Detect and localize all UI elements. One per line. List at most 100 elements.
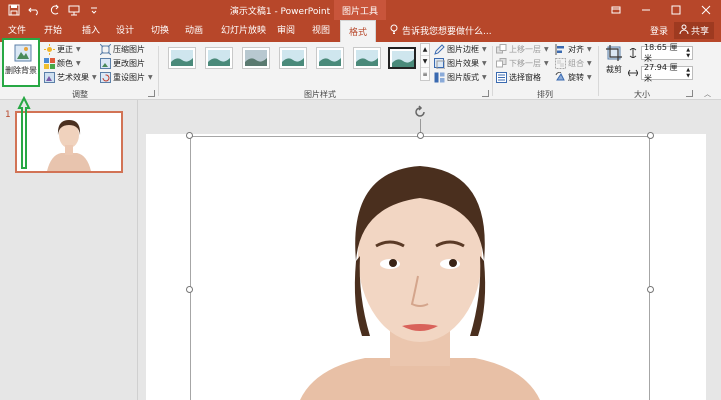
slide-thumbnail[interactable] (15, 111, 123, 173)
height-spinner-icon[interactable]: ▲ ▼ (684, 47, 692, 59)
tab-format[interactable]: 格式 (340, 20, 377, 42)
dropdown-caret-icon: ▼ (482, 60, 487, 67)
change-picture-button[interactable]: 更改图片 (100, 58, 145, 69)
gallery-up-icon[interactable]: ▲ (421, 44, 429, 56)
dropdown-caret-icon: ▼ (544, 46, 549, 53)
compress-icon (100, 44, 111, 55)
close-icon[interactable] (691, 0, 721, 20)
picture-styles-gallery (164, 47, 418, 77)
share-button[interactable]: 共享 (674, 22, 715, 39)
dropdown-caret-icon: ▼ (92, 74, 97, 81)
group-objects-button[interactable]: 组合 ▼ (555, 58, 592, 69)
picture-style-thumb[interactable] (316, 47, 344, 69)
window-title: 演示文稿1 - PowerPoint (229, 7, 331, 17)
height-input[interactable]: 18.65 厘米 ▲ ▼ (641, 43, 693, 63)
gallery-more-icon[interactable]: ≡ (421, 68, 429, 80)
picture-styles-launcher-icon[interactable] (482, 90, 489, 97)
tab-review[interactable]: 审阅 (277, 23, 295, 36)
tab-slideshow[interactable]: 幻灯片放映 (221, 23, 266, 36)
tell-me-box[interactable]: 告诉我您想要做什么... (389, 24, 492, 37)
resize-handle-top[interactable] (417, 132, 424, 139)
picture-layout-icon (434, 72, 445, 83)
tell-me-text: 告诉我您想要做什么... (402, 27, 492, 37)
resize-handle-left[interactable] (186, 286, 193, 293)
remove-background-label: 删除背景 (5, 66, 37, 75)
send-backward-icon (496, 58, 507, 69)
width-spinner-icon[interactable]: ▲ ▼ (684, 67, 692, 79)
maximize-icon[interactable] (661, 0, 691, 20)
picture-style-thumb[interactable] (242, 47, 270, 69)
rotate-handle-icon[interactable] (413, 105, 427, 119)
crop-label: 裁剪 (602, 64, 626, 75)
picture-styles-group-label: 图片样式 (304, 90, 336, 99)
dropdown-caret-icon: ▼ (482, 74, 487, 81)
slide-thumbnail-image (17, 113, 121, 171)
send-backward-button[interactable]: 下移一层 ▼ (496, 58, 549, 69)
picture-style-thumb[interactable] (279, 47, 307, 69)
height-value: 18.65 厘米 (644, 43, 678, 63)
picture-layout-button[interactable]: 图片版式 ▼ (434, 72, 487, 83)
send-backward-label: 下移一层 (509, 59, 541, 68)
align-button[interactable]: 对齐 ▼ (555, 44, 592, 55)
ribbon-tabs: 文件 开始 插入 设计 切换 动画 幻灯片放映 审阅 视图 格式 告诉我您想要做… (0, 20, 721, 42)
dropdown-caret-icon: ▼ (587, 74, 592, 81)
compress-pictures-button[interactable]: 压缩图片 (100, 44, 145, 55)
window-controls (601, 0, 721, 20)
dropdown-caret-icon: ▼ (76, 46, 81, 53)
group-objects-label: 组合 (568, 59, 584, 68)
bring-forward-button[interactable]: 上移一层 ▼ (496, 44, 549, 55)
person-icon (679, 24, 689, 37)
reset-picture-button[interactable]: 重设图片 ▼ (100, 72, 153, 83)
picture-style-thumb[interactable] (353, 47, 381, 69)
sun-icon (44, 44, 55, 55)
color-palette-icon (44, 58, 55, 69)
lightbulb-icon (389, 24, 399, 37)
selection-pane-button[interactable]: 选择窗格 (496, 72, 541, 83)
width-input[interactable]: 27.94 厘米 ▲ ▼ (641, 63, 693, 83)
picture-effects-button[interactable]: 图片效果 ▼ (434, 58, 487, 69)
gallery-down-icon[interactable]: ▼ (421, 56, 429, 68)
picture-layout-label: 图片版式 (447, 73, 479, 82)
selection-pane-label: 选择窗格 (509, 73, 541, 82)
adjust-launcher-icon[interactable] (148, 90, 155, 97)
crop-button[interactable]: 裁剪 (602, 44, 626, 84)
resize-handle-top-left[interactable] (186, 132, 193, 139)
picture-style-thumb-selected[interactable] (388, 47, 416, 69)
group-divider (492, 46, 493, 96)
tab-design[interactable]: 设计 (116, 23, 134, 36)
tab-insert[interactable]: 插入 (82, 23, 100, 36)
selection-pane-icon (496, 72, 507, 83)
picture-style-thumb[interactable] (168, 47, 196, 69)
resize-handle-top-right[interactable] (647, 132, 654, 139)
compress-label: 压缩图片 (113, 45, 145, 54)
size-launcher-icon[interactable] (686, 90, 693, 97)
change-picture-label: 更改图片 (113, 59, 145, 68)
corrections-button[interactable]: 更正 ▼ (44, 44, 81, 55)
rotate-button[interactable]: 旋转 ▼ (555, 72, 592, 83)
tab-file[interactable]: 文件 (8, 23, 26, 36)
collapse-ribbon-icon[interactable]: ︿ (704, 89, 711, 99)
rotate-label: 旋转 (568, 73, 584, 82)
picture-border-button[interactable]: 图片边框 ▼ (434, 44, 487, 55)
ribbon: 删除背景 更正 ▼ 颜色 ▼ 艺术效果 ▼ 压缩图片 更改图片 重设图片 ▼ 调整 ▲ (0, 38, 721, 100)
adjust-group-label: 调整 (72, 90, 88, 99)
gallery-scroll[interactable]: ▲ ▼ ≡ (420, 43, 430, 81)
tab-transitions[interactable]: 切换 (151, 23, 169, 36)
pen-border-icon (434, 44, 445, 55)
width-field-group: 27.94 厘米 ▲ ▼ (627, 63, 693, 83)
tab-animations[interactable]: 动画 (185, 23, 203, 36)
artistic-effects-button[interactable]: 艺术效果 ▼ (44, 72, 97, 83)
ribbon-display-icon[interactable] (601, 0, 631, 20)
remove-background-button[interactable]: 删除背景 (2, 38, 40, 87)
reset-picture-icon (100, 72, 111, 83)
tab-view[interactable]: 视图 (312, 23, 330, 36)
minimize-icon[interactable] (631, 0, 661, 20)
tab-home[interactable]: 开始 (44, 23, 62, 36)
color-button[interactable]: 颜色 ▼ (44, 58, 81, 69)
picture-style-thumb[interactable] (205, 47, 233, 69)
resize-handle-right[interactable] (647, 286, 654, 293)
artistic-effects-icon (44, 72, 55, 83)
bring-forward-icon (496, 44, 507, 55)
login-link[interactable]: 登录 (650, 24, 668, 37)
picture-effects-icon (434, 58, 445, 69)
